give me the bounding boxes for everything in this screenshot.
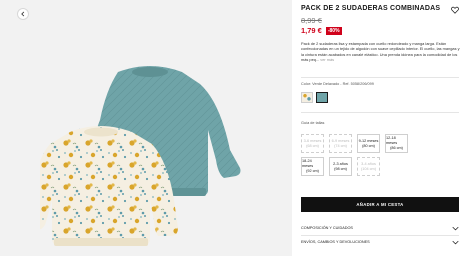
- color-swatches: [301, 92, 328, 103]
- size-detail: (80 cm): [362, 143, 375, 148]
- swatch-patterned[interactable]: [301, 92, 313, 103]
- product-image[interactable]: [40, 50, 250, 250]
- size-detail: (98 cm): [334, 166, 347, 171]
- size-option[interactable]: 6-9 meses (74 cm): [329, 134, 352, 153]
- chevron-down-icon: [452, 226, 459, 230]
- chevron-left-icon: [21, 11, 25, 17]
- accordion-shipping[interactable]: ENVÍOS, CAMBIOS Y DEVOLUCIONES: [301, 237, 459, 247]
- old-price: 8,99 €: [301, 16, 322, 25]
- size-detail: (92 cm): [306, 169, 319, 173]
- size-option[interactable]: 12-18 meses (86 cm): [385, 134, 408, 153]
- product-details: PACK DE 2 SUDADERAS COMBINADAS 8,99 € 1,…: [301, 0, 469, 256]
- heart-icon[interactable]: [451, 6, 459, 14]
- product-gallery: [0, 0, 292, 256]
- add-to-cart-button[interactable]: AÑADIR A MI CESTA: [301, 197, 459, 212]
- size-option[interactable]: 3-6 meses (68 cm): [301, 134, 324, 153]
- product-title: PACK DE 2 SUDADERAS COMBINADAS: [301, 5, 441, 12]
- accordion-composition[interactable]: COMPOSICIÓN Y CUIDADOS: [301, 223, 459, 233]
- discount-badge: -80%: [325, 26, 342, 35]
- price-row: 1,79 € -80%: [301, 26, 342, 35]
- swatch-teal[interactable]: [316, 92, 328, 103]
- divider: [301, 235, 459, 236]
- color-label: Color: Verde Delavado - Ref. 5058/206/09…: [301, 82, 374, 86]
- accordion-label: ENVÍOS, CAMBIOS Y DEVOLUCIONES: [301, 240, 370, 244]
- size-option[interactable]: 18-24 meses (92 cm): [301, 157, 324, 176]
- size-guide-link[interactable]: Guía de tallas: [301, 121, 324, 125]
- size-option[interactable]: 3-4 años (104 cm): [357, 157, 380, 176]
- accordion-label: COMPOSICIÓN Y CUIDADOS: [301, 226, 353, 230]
- chevron-down-icon: [452, 240, 459, 244]
- product-description: Pack de 2 sudaderas lisa y estampada con…: [301, 41, 461, 63]
- size-detail: (86 cm): [390, 146, 403, 150]
- sale-price: 1,79 €: [301, 26, 322, 35]
- size-detail: (74 cm): [334, 143, 347, 148]
- divider: [301, 112, 459, 113]
- size-name: 18-24 meses: [302, 159, 314, 168]
- size-selector: 3-6 meses (68 cm) 6-9 meses (74 cm) 9-12…: [301, 134, 431, 176]
- size-name: 12-18 meses: [386, 136, 398, 145]
- see-more-link[interactable]: ver más: [320, 57, 334, 62]
- size-detail: (68 cm): [306, 143, 319, 148]
- size-detail: (104 cm): [361, 166, 376, 171]
- size-option[interactable]: 9-12 meses (80 cm): [357, 134, 380, 153]
- divider: [301, 77, 459, 78]
- back-button[interactable]: [17, 8, 29, 20]
- size-option[interactable]: 2-3 años (98 cm): [329, 157, 352, 176]
